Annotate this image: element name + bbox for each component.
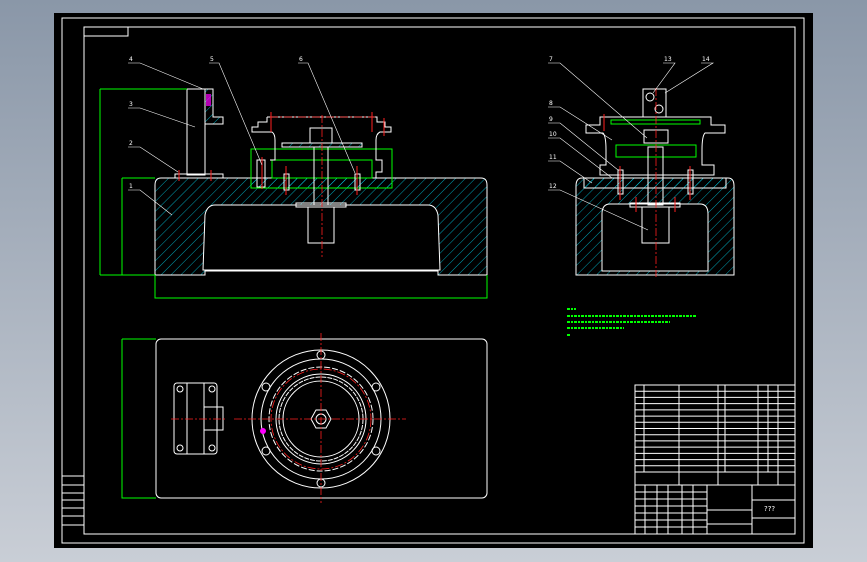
part-label: 5 [210,56,214,63]
part-label: 10 [549,131,557,138]
part-label: 4 [129,56,133,63]
part-label: 3 [129,101,133,108]
part-label: 8 [549,100,553,107]
cad-drawing-canvas: 4 5 6 3 2 1 7 13 14 8 9 10 11 12 ??? [54,13,813,548]
top-plate [250,177,393,189]
part-label: 11 [549,154,557,161]
part-label: 7 [549,56,553,63]
part-label: 12 [549,183,557,190]
part-label: 6 [299,56,303,63]
part-label: 9 [549,116,553,123]
drawing-sheet [54,13,813,548]
part-label: 14 [702,56,710,63]
part-label: 13 [664,56,672,63]
part-label: 1 [129,183,133,190]
drawing-name: ??? [764,505,775,513]
part-label: 2 [129,140,133,147]
